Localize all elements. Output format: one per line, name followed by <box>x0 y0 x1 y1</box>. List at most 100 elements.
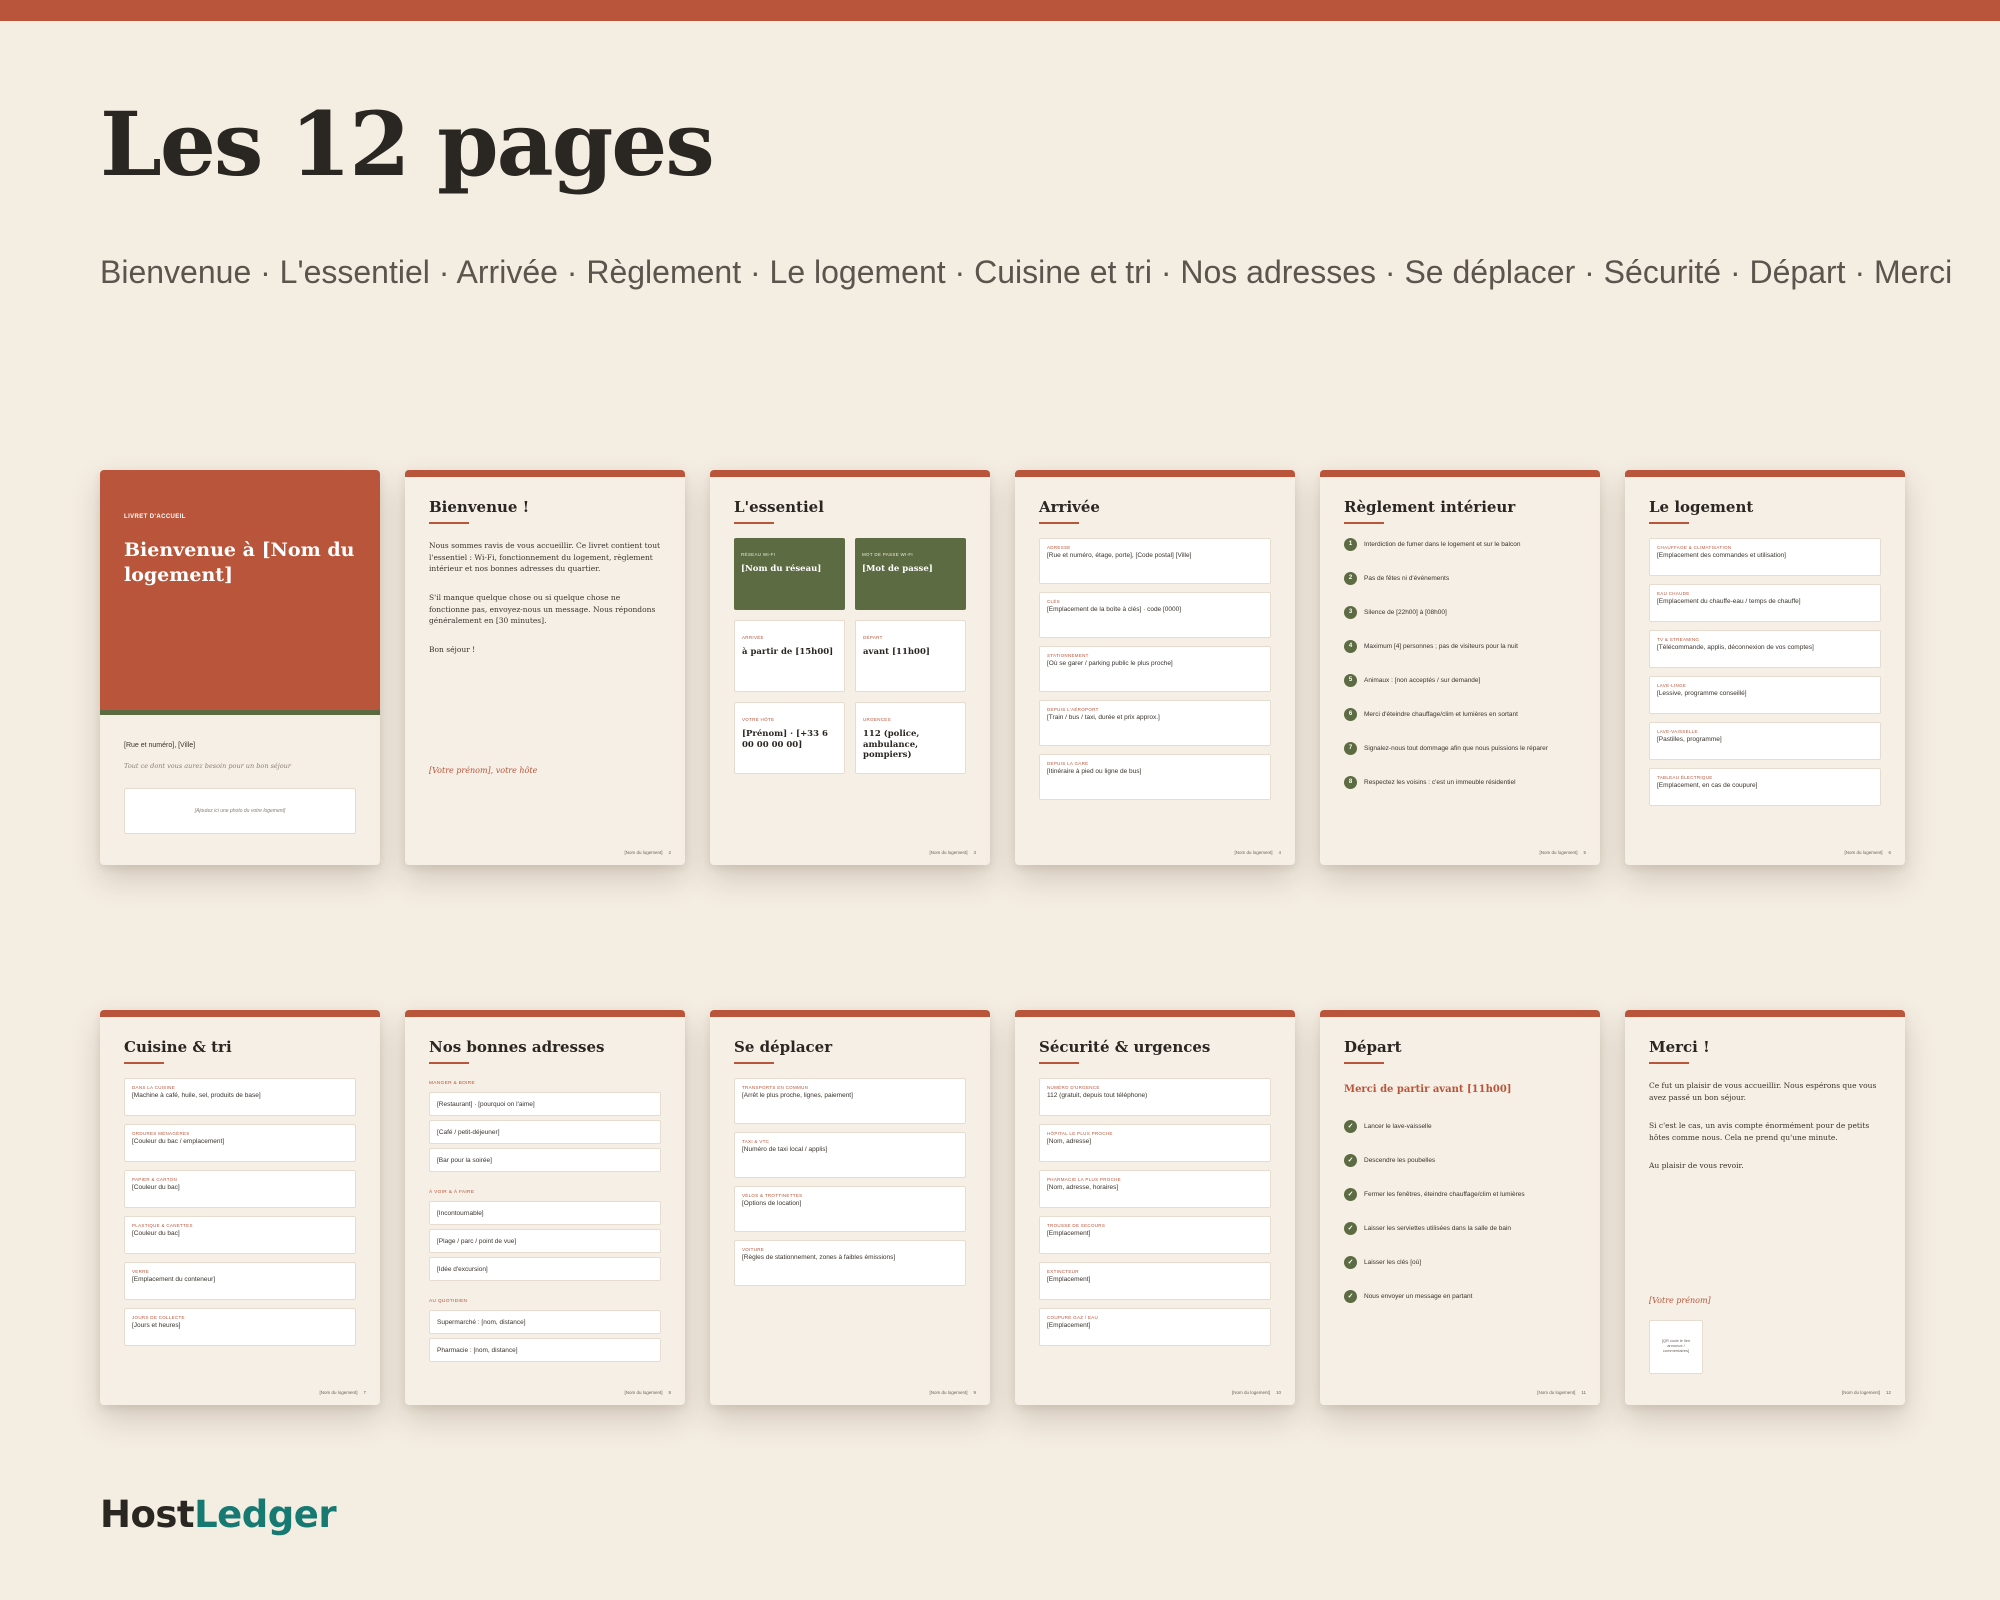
page-heading: L'essentiel <box>734 498 824 516</box>
page-heading: Cuisine & tri <box>124 1038 232 1056</box>
host-signature: [Votre prénom] <box>1649 1296 1711 1305</box>
info-box: Numéro d'urgence 112 (gratuit, depuis tou… <box>1039 1078 1271 1116</box>
section-label: Au quotidien <box>429 1299 468 1304</box>
info-box: Papier & carton [Couleur du bac] <box>124 1170 356 1208</box>
info-box: Depuis la gare [Itinéraire à pied ou lign… <box>1039 754 1271 800</box>
page-footer: [Nom du logement] 8 <box>624 1390 671 1395</box>
page-title: Les 12 pages <box>100 92 715 196</box>
heading-underline <box>1649 1062 1689 1064</box>
booklet-page-arrivee[interactable]: Arrivée Adresse [Rue et numéro, étage, po… <box>1015 470 1295 865</box>
page-top-bar <box>405 1010 685 1017</box>
heading-underline <box>1039 1062 1079 1064</box>
heading-underline <box>1344 1062 1384 1064</box>
page-top-bar <box>1625 470 1905 477</box>
heading-underline <box>429 522 469 524</box>
thanks-paragraph: Au plaisir de vous revoir. <box>1649 1161 1744 1170</box>
page-heading: Le logement <box>1649 498 1754 516</box>
heading-underline <box>1039 522 1079 524</box>
check-icon: ✓ <box>1344 1290 1357 1303</box>
page-footer: [Nom du logement] 2 <box>624 850 671 855</box>
booklet-page-cover[interactable]: LIVRET D'ACCUEIL Bienvenue à [Nom du log… <box>100 470 380 865</box>
rule-number: 7 <box>1344 742 1357 755</box>
cover-title: Bienvenue à [Nom du logement] <box>124 539 355 586</box>
booklet-page-depart[interactable]: Départ Merci de partir avant [11h00] ✓ La… <box>1320 1010 1600 1405</box>
cover-label: LIVRET D'ACCUEIL <box>124 514 186 520</box>
page-subtitle: Bienvenue · L'essentiel · Arrivée · Règl… <box>100 254 1953 290</box>
info-box: Tableau électrique [Emplacement, en cas d… <box>1649 768 1881 806</box>
cover-green-strip <box>100 710 380 715</box>
rule-number: 4 <box>1344 640 1357 653</box>
info-box: Verre [Emplacement du conteneur] <box>124 1262 356 1300</box>
address-item: [Café / petit-déjeuner] <box>429 1120 661 1144</box>
page-footer: [Nom du logement] 10 <box>1231 1390 1281 1395</box>
booklet-page-merci[interactable]: Merci ! Ce fut un plaisir de vous accuei… <box>1625 1010 1905 1405</box>
booklet-page-deplacer[interactable]: Se déplacer Transports en commun [Arrêt l… <box>710 1010 990 1405</box>
info-box: Chauffage & climatisation [Emplacement de… <box>1649 538 1881 576</box>
page-footer: [Nom du logement] 11 <box>1537 1390 1586 1395</box>
info-box: Stationnement [Où se garer / parking publ… <box>1039 646 1271 692</box>
rule-number: 6 <box>1344 708 1357 721</box>
address-item: [Idée d'excursion] <box>429 1257 661 1281</box>
info-box: Plastique & canettes [Couleur du bac] <box>124 1216 356 1254</box>
page-footer: [Nom du logement] 9 <box>929 1390 976 1395</box>
address-item: [Plage / parc / point de vue] <box>429 1229 661 1253</box>
page-footer: [Nom du logement] 6 <box>1844 850 1891 855</box>
rule-number: 5 <box>1344 674 1357 687</box>
info-box: Extincteur [Emplacement] <box>1039 1262 1271 1300</box>
page-top-bar <box>1320 1010 1600 1017</box>
booklet-page-cuisine[interactable]: Cuisine & tri Dans la cuisine [Machine à … <box>100 1010 380 1405</box>
info-box: Lave-linge [Lessive, programme conseillé] <box>1649 676 1881 714</box>
info-box: Transports en commun [Arrêt le plus proch… <box>734 1078 966 1124</box>
wifi-network-tile: Réseau Wi-Fi [Nom du réseau] <box>734 538 845 610</box>
page-footer: [Nom du logement] 5 <box>1539 850 1586 855</box>
info-box: Trousse de secours [Emplacement] <box>1039 1216 1271 1254</box>
page-top-bar <box>1625 1010 1905 1017</box>
page-heading: Nos bonnes adresses <box>429 1038 605 1056</box>
page-top-bar <box>1015 1010 1295 1017</box>
checkin-tile: Arrivée à partir de [15h00] <box>734 620 845 692</box>
info-box: Vélos & trottinettes [Options de location… <box>734 1186 966 1232</box>
photo-placeholder-text: [Ajoutez ici une photo du votre logement… <box>194 808 286 814</box>
page-top-bar <box>710 1010 990 1017</box>
page-footer: [Nom du logement] 7 <box>319 1390 366 1395</box>
host-contact-tile: Votre hôte [Prénom] · [+33 6 00 00 00 00] <box>734 702 845 774</box>
rule-number: 3 <box>1344 606 1357 619</box>
booklet-page-bienvenue[interactable]: Bienvenue ! Nous sommes ravis de vous ac… <box>405 470 685 865</box>
info-box: Pharmacie la plus proche [Nom, adresse, h… <box>1039 1170 1271 1208</box>
page-heading: Départ <box>1344 1038 1402 1056</box>
info-box: Adresse [Rue et numéro, étage, porte], [C… <box>1039 538 1271 584</box>
check-icon: ✓ <box>1344 1256 1357 1269</box>
welcome-paragraph: S'il manque quelque chose ou si quelque … <box>429 593 656 626</box>
heading-underline <box>124 1062 164 1064</box>
address-item: Supermarché : [nom, distance] <box>429 1310 661 1334</box>
section-label: Manger & boire <box>429 1081 476 1086</box>
booklet-page-securite[interactable]: Sécurité & urgences Numéro d'urgence 112 … <box>1015 1010 1295 1405</box>
section-label: À voir & à faire <box>429 1190 475 1195</box>
check-icon: ✓ <box>1344 1154 1357 1167</box>
page-heading: Sécurité & urgences <box>1039 1038 1211 1056</box>
welcome-paragraph: Nous sommes ravis de vous accueillir. Ce… <box>429 541 661 574</box>
page-heading: Bienvenue ! <box>429 498 530 516</box>
cover-header-block <box>100 470 380 710</box>
emergency-tile: Urgences 112 (police, ambulance, pompiers… <box>855 702 966 774</box>
info-box: Taxi & VTC [Numéro de taxi local / applis… <box>734 1132 966 1178</box>
page-top-bar <box>1015 470 1295 477</box>
booklet-page-adresses[interactable]: Nos bonnes adresses Manger & boire [Rest… <box>405 1010 685 1405</box>
booklet-page-logement[interactable]: Le logement Chauffage & climatisation [Em… <box>1625 470 1905 865</box>
check-icon: ✓ <box>1344 1222 1357 1235</box>
info-box: Depuis l'aéroport [Train / bus / taxi, du… <box>1039 700 1271 746</box>
booklet-page-reglement[interactable]: Règlement intérieur 1 Interdiction de fum… <box>1320 470 1600 865</box>
cover-tagline: Tout ce dont vous aurez besoin pour un b… <box>124 762 291 770</box>
address-item: Pharmacie : [nom, distance] <box>429 1338 661 1362</box>
address-item: [Incontournable] <box>429 1201 661 1225</box>
address-item: [Bar pour la soirée] <box>429 1148 661 1172</box>
cover-photo-placeholder: [Ajoutez ici une photo du votre logement… <box>124 788 356 834</box>
brand-logo: HostLedger <box>100 1493 337 1536</box>
info-box: Coupure gaz / eau [Emplacement] <box>1039 1308 1271 1346</box>
info-box: TV & streaming [Télécommande, applis, déc… <box>1649 630 1881 668</box>
qr-code-placeholder: [QR code le lien annonce / commentaires] <box>1649 1320 1703 1374</box>
booklet-page-essentiel[interactable]: L'essentiel Réseau Wi-Fi [Nom du réseau] … <box>710 470 990 865</box>
welcome-paragraph: Bon séjour ! <box>429 645 476 654</box>
page-top-bar <box>405 470 685 477</box>
address-item: [Restaurant] · [pourquoi on l'aime] <box>429 1092 661 1116</box>
